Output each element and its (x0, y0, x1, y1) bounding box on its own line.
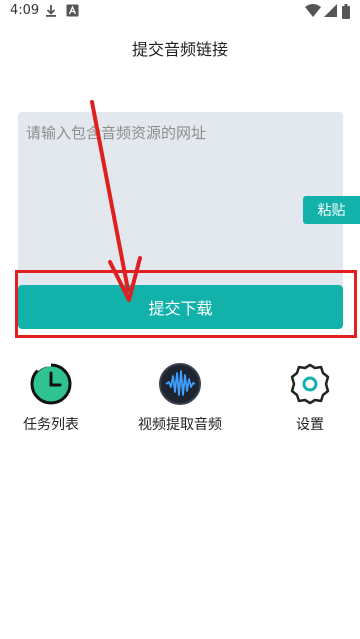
settings-gear-icon (290, 363, 330, 405)
page-title: 提交音频链接 (131, 40, 228, 59)
submit-download-button[interactable]: 提交下载 (18, 285, 343, 329)
nav-item-task-list[interactable]: 任务列表 (0, 362, 106, 434)
audio-waveform-icon (159, 363, 201, 405)
app-bar: 提交音频链接 (0, 24, 360, 68)
nav-item-video-extract-audio[interactable]: 视频提取音频 (125, 362, 235, 434)
wifi-icon (305, 4, 321, 17)
nav-label-video-extract-audio: 视频提取音频 (138, 417, 222, 433)
task-list-timer-icon (30, 363, 72, 405)
battery-icon (342, 4, 350, 19)
nav-label-task-list: 任务列表 (23, 417, 79, 433)
paste-button[interactable]: 粘贴 (303, 196, 360, 224)
download-icon (46, 5, 56, 17)
status-time: 4:09 (10, 3, 40, 18)
nav-label-settings: 设置 (296, 417, 324, 433)
url-input[interactable]: 请输入包含音频资源的网址 (18, 112, 343, 292)
url-input-placeholder: 请输入包含音频资源的网址 (26, 124, 207, 142)
signal-icon (324, 4, 337, 17)
status-bar: 4:09 (0, 0, 360, 24)
nav-item-settings[interactable]: 设置 (255, 362, 360, 434)
text-a-icon (66, 4, 79, 17)
